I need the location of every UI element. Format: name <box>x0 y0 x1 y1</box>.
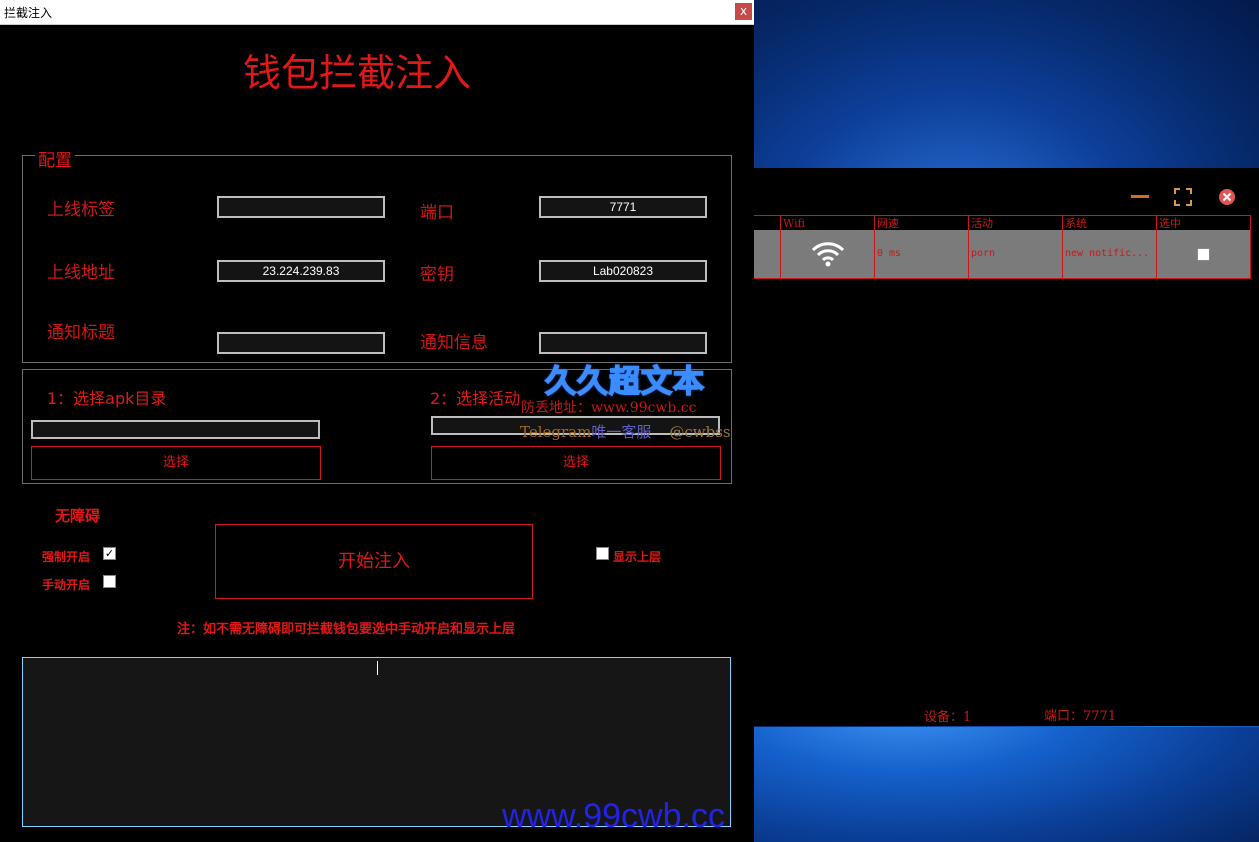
minimize-icon[interactable] <box>1130 188 1150 208</box>
cell-selected <box>1156 230 1250 278</box>
notify-info-label: 通知信息 <box>420 333 488 353</box>
col-wifi: Wifi <box>780 216 874 231</box>
watermark-logo: 久久超文本 <box>544 363 705 401</box>
title-bar: 拦截注入 x <box>0 0 754 25</box>
device-panel: Wifi 网速 活动 系统 选中 0 ms porn new notific..… <box>754 168 1259 726</box>
cell-activity: porn <box>968 230 1062 278</box>
accessibility-heading: 无障碍 <box>55 507 101 525</box>
panel-port: 端口：7771 <box>1044 709 1117 724</box>
apk-dir-field[interactable] <box>31 420 320 439</box>
table-row[interactable]: 0 ms porn new notific... <box>754 230 1251 279</box>
row-select-checkbox[interactable] <box>1197 248 1210 261</box>
cell-system: new notific... <box>1062 230 1156 278</box>
text-caret <box>377 661 378 675</box>
show-top-label: 显示上层 <box>613 550 662 564</box>
secret-field[interactable]: Lab020823 <box>539 260 707 282</box>
watermark-telegram-prefix: Telegram <box>520 423 592 441</box>
col-speed: 网速 <box>874 216 968 231</box>
watermark-telegram: Telegram唯一客服 @cwbss <box>520 421 731 442</box>
maximize-icon[interactable] <box>1173 187 1193 211</box>
port-field[interactable]: 7771 <box>539 196 707 218</box>
manual-enable-checkbox[interactable] <box>103 575 116 588</box>
activity-label: 2：选择活动 <box>430 389 521 408</box>
show-top-checkbox[interactable] <box>596 547 609 560</box>
watermark-telegram-mid: 唯一客服 <box>591 423 652 441</box>
manual-enable-label: 手动开启 <box>42 578 91 592</box>
start-inject-button[interactable]: 开始注入 <box>215 524 533 599</box>
config-legend: 配置 <box>35 146 75 171</box>
online-tag-field[interactable] <box>217 196 385 218</box>
watermark-telegram-handle: @cwbss <box>669 423 731 441</box>
col-system: 系统 <box>1062 216 1156 231</box>
port-label: 端口 <box>420 203 454 223</box>
device-count: 设备：1 <box>924 710 972 725</box>
force-enable-label: 强制开启 <box>42 550 91 564</box>
col-selected: 选中 <box>1156 216 1250 231</box>
col-activity: 活动 <box>968 216 1062 231</box>
force-enable-checkbox[interactable]: ✓ <box>103 547 116 560</box>
notify-title-label: 通知标题 <box>47 323 115 343</box>
activity-select-button[interactable]: 选择 <box>431 446 721 480</box>
apk-dir-label: 1：选择apk目录 <box>47 389 167 408</box>
cell-wifi <box>780 230 874 278</box>
window-title: 拦截注入 <box>4 6 53 20</box>
notify-info-field[interactable] <box>539 332 707 354</box>
wifi-icon <box>811 242 844 267</box>
app-title: 钱包拦截注入 <box>242 51 471 95</box>
close-button[interactable]: x <box>735 3 752 20</box>
secret-label: 密钥 <box>420 265 454 285</box>
cell-speed: 0 ms <box>874 230 968 278</box>
online-addr-field[interactable]: 23.224.239.83 <box>217 260 385 282</box>
online-addr-label: 上线地址 <box>47 263 115 283</box>
watermark-url: www.99cwb.cc <box>502 797 725 835</box>
online-tag-label: 上线标签 <box>47 200 115 220</box>
watermark-address: 防丢地址：www.99cwb.cc <box>521 400 697 416</box>
close-icon[interactable] <box>1218 188 1236 210</box>
notify-title-field[interactable] <box>217 332 385 354</box>
note-text: 注：如不需无障碍即可拦截钱包要选中手动开启和显示上层 <box>177 622 516 637</box>
apk-select-button[interactable]: 选择 <box>31 446 321 480</box>
